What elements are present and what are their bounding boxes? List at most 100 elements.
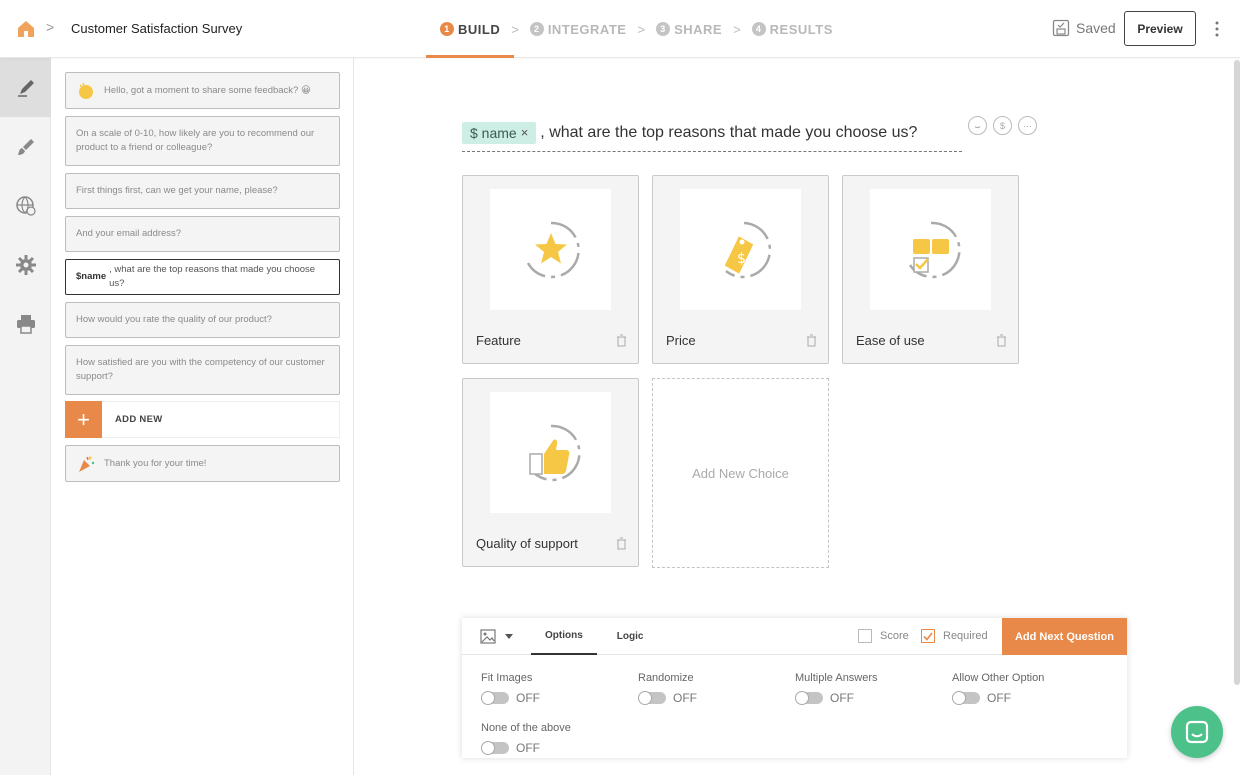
step-build[interactable]: 1 BUILD — [425, 0, 515, 58]
rail-settings[interactable] — [0, 235, 51, 294]
option-randomize: Randomize OFF — [638, 672, 697, 705]
checkbox-box — [858, 629, 872, 643]
token-label: $ name — [470, 124, 517, 141]
choice-card-ease-of-use[interactable]: Ease of use — [842, 175, 1019, 364]
pencil-icon — [17, 79, 34, 97]
home-icon[interactable] — [16, 19, 36, 39]
step-results[interactable]: 4 RESULTS — [751, 0, 833, 58]
add-next-question-button[interactable]: Add Next Question — [1002, 618, 1127, 655]
question-text: First things first, can we get your name… — [76, 185, 278, 196]
question-actions: $ ··· — [968, 116, 1043, 135]
step-label: BUILD — [458, 21, 501, 37]
scrollbar[interactable] — [1234, 60, 1240, 685]
score-checkbox[interactable]: Score — [858, 629, 909, 643]
survey-title[interactable]: Customer Satisfaction Survey — [71, 21, 242, 36]
option-multiple-answers: Multiple Answers OFF — [795, 672, 878, 705]
ease-of-use-icon — [908, 221, 961, 278]
step-label: RESULTS — [769, 21, 833, 37]
rail-print[interactable] — [0, 294, 51, 353]
gear-icon — [15, 254, 36, 275]
svg-text:$: $ — [737, 251, 746, 267]
image-picker-dropdown[interactable] — [480, 628, 513, 644]
add-new-label: ADD NEW — [115, 414, 163, 425]
question-text: Hello, got a moment to share some feedba… — [104, 84, 311, 96]
step-share[interactable]: 3 SHARE — [656, 0, 722, 58]
tab-options[interactable]: Options — [531, 618, 597, 655]
choice-card-price[interactable]: $ Price — [652, 175, 829, 364]
party-popper-icon — [79, 456, 95, 472]
more-options-icon[interactable]: ··· — [1018, 116, 1037, 135]
rail-design[interactable] — [0, 117, 51, 176]
step-number: 1 — [440, 22, 454, 36]
choice-label: Ease of use — [856, 333, 925, 348]
chat-widget-button[interactable] — [1171, 706, 1223, 758]
multiple-answers-toggle[interactable] — [795, 691, 823, 705]
tab-logic[interactable]: Logic — [617, 618, 644, 655]
trash-icon[interactable] — [996, 334, 1007, 347]
waving-hand-icon — [79, 82, 93, 99]
choice-image: $ — [680, 189, 801, 310]
step-number: 2 — [529, 22, 544, 36]
question-card-name[interactable]: First things first, can we get your name… — [65, 173, 340, 209]
toggle-state: OFF — [673, 691, 697, 705]
question-title-input[interactable]: $ name × , what are the top reasons that… — [462, 114, 962, 152]
saved-label: Saved — [1076, 20, 1116, 36]
toggle-state: OFF — [987, 691, 1011, 705]
trash-icon[interactable] — [616, 334, 627, 347]
question-card-nps[interactable]: On a scale of 0-10, how likely are you t… — [65, 116, 340, 166]
emoji-icon[interactable] — [968, 116, 987, 135]
allow-other-toggle[interactable] — [952, 691, 980, 705]
question-text: How would you rate the quality of our pr… — [76, 314, 272, 325]
fit-images-toggle[interactable] — [481, 691, 509, 705]
choice-image — [870, 189, 991, 310]
question-list-panel: Hello, got a moment to share some feedba… — [51, 58, 354, 775]
checkbox-checked-icon — [921, 629, 935, 643]
choice-image — [490, 392, 611, 513]
price-tag-icon: $ — [724, 221, 771, 278]
question-card-welcome[interactable]: Hello, got a moment to share some feedba… — [65, 72, 340, 109]
choice-label: Feature — [476, 333, 521, 348]
option-fit-images: Fit Images OFF — [481, 672, 540, 705]
question-card-thank-you[interactable]: Thank you for your time! — [65, 445, 340, 482]
preview-button[interactable]: Preview — [1124, 11, 1196, 46]
saved-status: Saved — [1052, 19, 1116, 37]
more-menu-icon[interactable] — [1212, 20, 1222, 38]
star-icon — [526, 221, 580, 278]
question-card-quality[interactable]: How would you rate the quality of our pr… — [65, 302, 340, 338]
choice-label: Price — [666, 333, 696, 348]
step-number: 3 — [656, 22, 671, 36]
image-icon — [480, 628, 496, 644]
add-new-question-button[interactable]: + ADD NEW — [65, 401, 340, 438]
randomize-toggle[interactable] — [638, 691, 666, 705]
rail-build[interactable] — [0, 58, 51, 117]
toggle-state: OFF — [830, 691, 854, 705]
toggle-state: OFF — [516, 741, 540, 755]
name-variable-token[interactable]: $ name × — [462, 121, 537, 144]
token-remove-icon[interactable]: × — [521, 125, 529, 140]
none-of-above-toggle[interactable] — [481, 741, 509, 755]
option-label: Randomize — [638, 672, 694, 684]
top-bar: > Customer Satisfaction Survey 1 BUILD >… — [0, 0, 1240, 58]
trash-icon[interactable] — [806, 334, 817, 347]
chevron-right-icon: > — [637, 21, 646, 37]
choice-card-feature[interactable]: Feature — [462, 175, 639, 364]
rail-languages[interactable] — [0, 176, 51, 235]
required-checkbox[interactable]: Required — [921, 629, 988, 643]
option-allow-other: Allow Other Option OFF — [952, 672, 1044, 705]
question-text: How satisfied are you with the competenc… — [76, 357, 325, 382]
globe-icon — [15, 195, 36, 216]
chevron-right-icon: > — [46, 19, 55, 35]
chevron-right-icon: > — [511, 21, 519, 37]
step-integrate[interactable]: 2 INTEGRATE — [529, 0, 627, 58]
dollar-variable-icon[interactable]: $ — [993, 116, 1012, 135]
question-text: And your email address? — [76, 228, 182, 239]
chevron-down-icon — [505, 633, 513, 639]
trash-icon[interactable] — [616, 537, 627, 550]
question-card-reasons[interactable]: $name , what are the top reasons that ma… — [65, 259, 340, 295]
score-label: Score — [880, 630, 909, 642]
add-new-choice-button[interactable]: Add New Choice — [652, 378, 829, 568]
chevron-right-icon: > — [733, 21, 741, 37]
choice-card-quality-of-support[interactable]: Quality of support — [462, 378, 639, 567]
question-card-support[interactable]: How satisfied are you with the competenc… — [65, 345, 340, 395]
question-card-email[interactable]: And your email address? — [65, 216, 340, 252]
